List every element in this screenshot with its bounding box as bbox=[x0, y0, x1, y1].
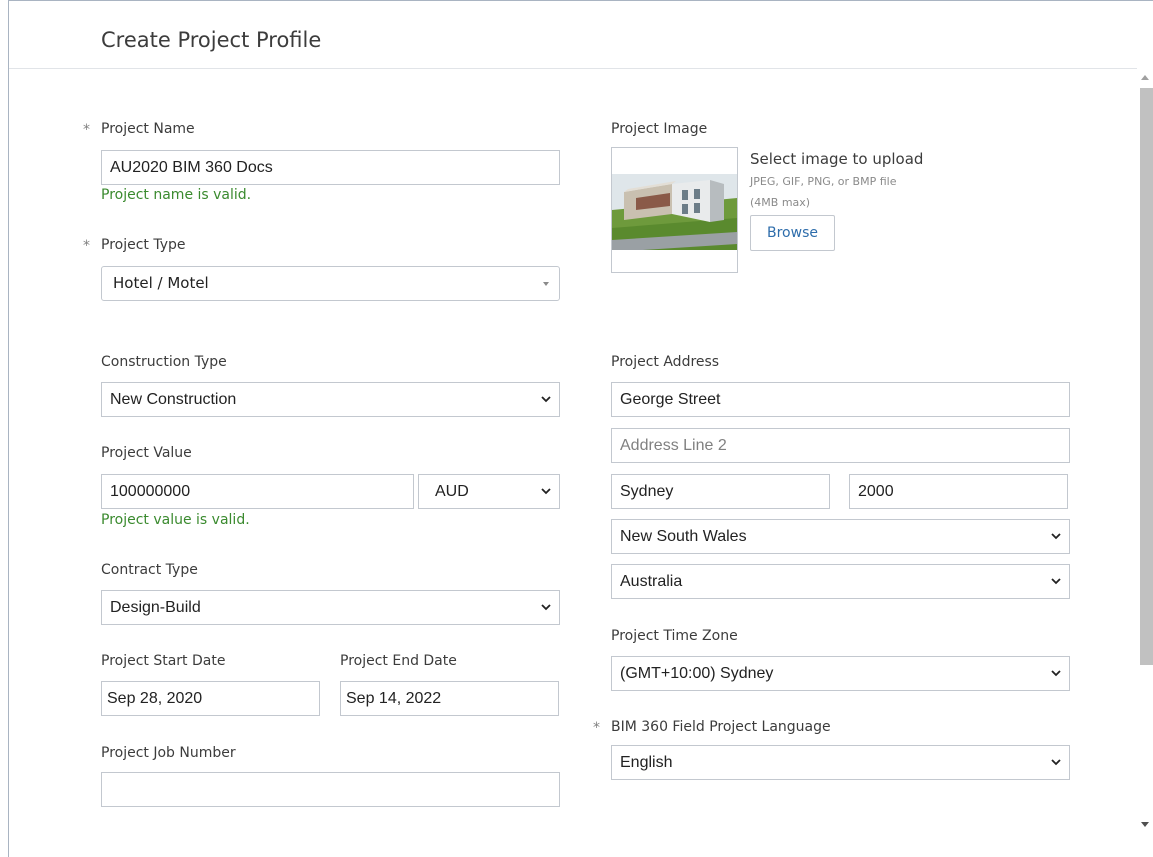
upload-title: Select image to upload bbox=[750, 150, 924, 168]
browse-button[interactable]: Browse bbox=[750, 215, 835, 251]
country-value: Australia bbox=[620, 573, 683, 590]
address-line1-input[interactable]: George Street bbox=[611, 382, 1070, 417]
project-image-label: Project Image bbox=[611, 121, 708, 137]
start-date-label: Project Start Date bbox=[101, 653, 226, 669]
state-select[interactable]: New South Wales bbox=[611, 519, 1070, 554]
chevron-down-icon bbox=[541, 604, 551, 611]
contract-type-select[interactable]: Design-Build bbox=[101, 590, 560, 625]
upload-hint-size: (4MB max) bbox=[750, 196, 811, 209]
currency-value: AUD bbox=[435, 483, 469, 500]
language-value: English bbox=[620, 754, 673, 771]
project-name-valid-message: Project name is valid. bbox=[101, 187, 252, 203]
city-value: Sydney bbox=[620, 483, 674, 500]
project-value-label: Project Value bbox=[101, 445, 192, 461]
end-date-input[interactable]: Sep 14, 2022 bbox=[340, 681, 559, 716]
city-input[interactable]: Sydney bbox=[611, 474, 830, 509]
start-date-value: Sep 28, 2020 bbox=[107, 690, 203, 707]
required-marker: * bbox=[83, 238, 90, 254]
scroll-up-icon[interactable] bbox=[1141, 75, 1149, 80]
vertical-scrollbar[interactable] bbox=[1137, 68, 1153, 857]
address-line1-value: George Street bbox=[620, 391, 721, 408]
scroll-down-icon[interactable] bbox=[1141, 822, 1149, 827]
time-zone-select[interactable]: (GMT+10:00) Sydney bbox=[611, 656, 1070, 691]
time-zone-label: Project Time Zone bbox=[611, 628, 738, 644]
building-thumbnail bbox=[612, 148, 737, 272]
postcode-input[interactable]: 2000 bbox=[849, 474, 1068, 509]
country-select[interactable]: Australia bbox=[611, 564, 1070, 599]
project-type-label: Project Type bbox=[101, 237, 186, 253]
postcode-value: 2000 bbox=[858, 483, 894, 500]
end-date-value: Sep 14, 2022 bbox=[346, 690, 442, 707]
language-label: BIM 360 Field Project Language bbox=[611, 719, 831, 735]
project-value-input[interactable]: 100000000 bbox=[101, 474, 414, 509]
start-date-input[interactable]: Sep 28, 2020 bbox=[101, 681, 320, 716]
dialog-header: Create Project Profile bbox=[9, 1, 1153, 69]
chevron-down-icon bbox=[1051, 670, 1061, 677]
end-date-label: Project End Date bbox=[340, 653, 457, 669]
project-value-valid-message: Project value is valid. bbox=[101, 512, 250, 528]
page-title: Create Project Profile bbox=[101, 28, 322, 52]
project-type-value: Hotel / Motel bbox=[113, 274, 209, 292]
language-select[interactable]: English bbox=[611, 745, 1070, 780]
project-address-label: Project Address bbox=[611, 354, 720, 370]
contract-type-label: Contract Type bbox=[101, 562, 198, 578]
project-value-value: 100000000 bbox=[110, 483, 191, 500]
required-marker: * bbox=[593, 720, 600, 736]
caret-down-icon bbox=[543, 282, 549, 286]
currency-select[interactable]: AUD bbox=[418, 474, 560, 509]
job-number-input[interactable] bbox=[101, 772, 560, 807]
chevron-down-icon bbox=[1051, 533, 1061, 540]
job-number-label: Project Job Number bbox=[101, 745, 236, 761]
state-value: New South Wales bbox=[620, 528, 747, 545]
project-image-preview[interactable] bbox=[611, 147, 738, 273]
address-line2-placeholder: Address Line 2 bbox=[620, 437, 727, 454]
construction-type-select[interactable]: New Construction bbox=[101, 382, 560, 417]
contract-type-value: Design-Build bbox=[110, 599, 201, 616]
scrollbar-thumb[interactable] bbox=[1140, 88, 1153, 665]
chevron-down-icon bbox=[1051, 578, 1061, 585]
chevron-down-icon bbox=[1051, 759, 1061, 766]
construction-type-label: Construction Type bbox=[101, 354, 227, 370]
chevron-down-icon bbox=[541, 488, 551, 495]
time-zone-value: (GMT+10:00) Sydney bbox=[620, 665, 774, 682]
project-name-label: Project Name bbox=[101, 121, 195, 137]
address-line2-input[interactable]: Address Line 2 bbox=[611, 428, 1070, 463]
required-marker: * bbox=[83, 122, 90, 138]
chevron-down-icon bbox=[541, 396, 551, 403]
project-name-value: AU2020 BIM 360 Docs bbox=[110, 159, 273, 176]
construction-type-value: New Construction bbox=[110, 391, 237, 408]
project-name-input[interactable]: AU2020 BIM 360 Docs bbox=[101, 150, 560, 185]
project-type-dropdown[interactable]: Hotel / Motel bbox=[101, 266, 560, 301]
create-project-dialog: Create Project Profile * Project Name AU… bbox=[8, 0, 1153, 857]
upload-hint-format: JPEG, GIF, PNG, or BMP file bbox=[750, 175, 897, 188]
